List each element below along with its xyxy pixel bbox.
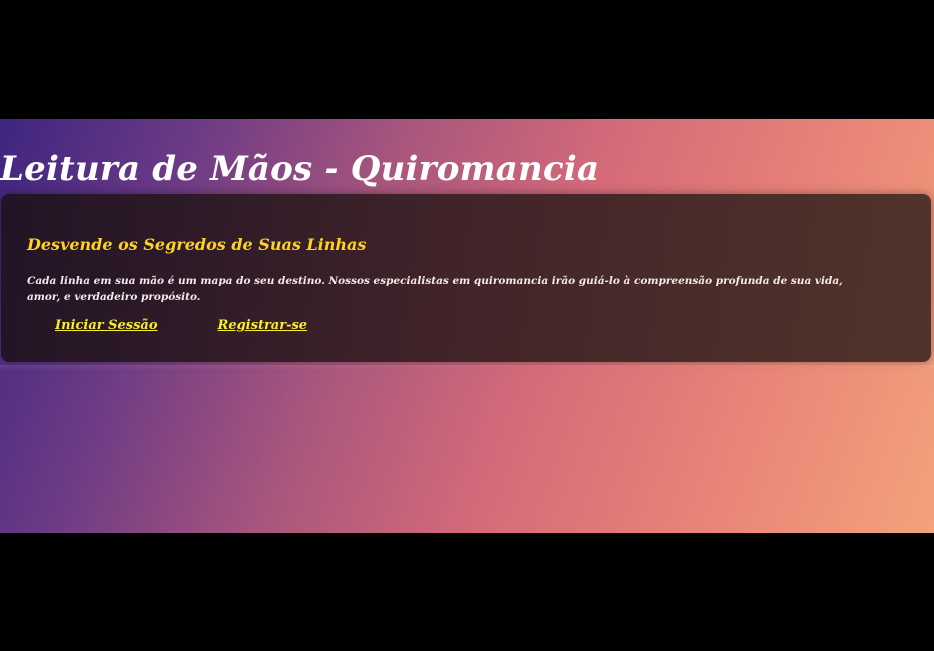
divider xyxy=(0,365,934,371)
auth-links: Iniciar Sessão Registrar-se xyxy=(55,316,307,336)
intro-card: Desvende os Segredos de Suas Linhas Cada… xyxy=(1,194,931,362)
letterbox-bottom xyxy=(0,533,934,651)
intro-heading: Desvende os Segredos de Suas Linhas xyxy=(27,235,367,254)
login-link[interactable]: Iniciar Sessão xyxy=(55,316,158,336)
letterbox-top xyxy=(0,0,934,119)
page-title: Leitura de Mãos - Quiromancia xyxy=(0,149,600,189)
intro-description: Cada linha em sua mão é um mapa do seu d… xyxy=(27,275,843,303)
register-link[interactable]: Registrar-se xyxy=(218,316,308,336)
page-viewport: Leitura de Mãos - Quiromancia Desvende o… xyxy=(0,119,934,533)
